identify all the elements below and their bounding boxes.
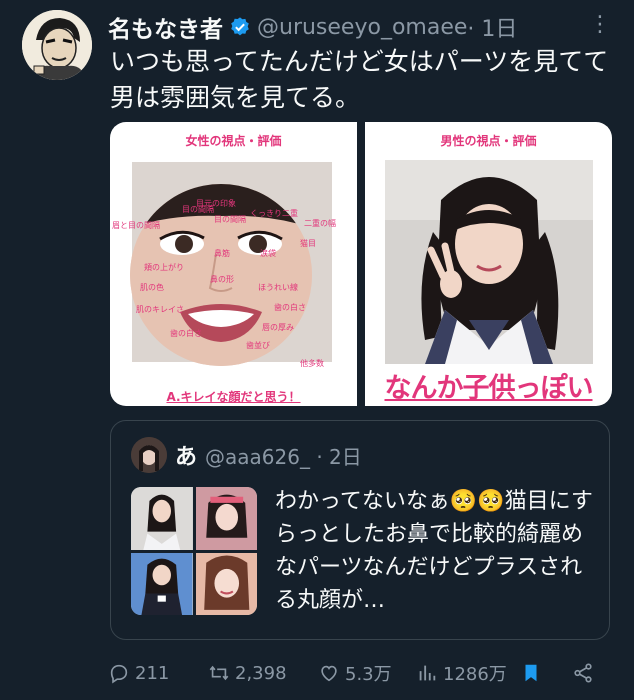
verified-badge-icon xyxy=(231,17,249,36)
reply-icon xyxy=(110,664,128,684)
face-label: 肌のキレイさ xyxy=(136,305,184,314)
face-label: 鼻筋 xyxy=(214,249,230,258)
media-left-panel[interactable]: 女性の視点・評価 目元の印象 二重の幅 くっきり二重 目の間隔 眉と目の間隔 涙… xyxy=(110,122,357,406)
girl-photo-image xyxy=(385,160,593,364)
tweet-header: 名もなき者 @uruseeyo_omaee · 1日 xyxy=(108,10,517,44)
quoted-media-image[interactable] xyxy=(131,552,193,615)
retweet-button[interactable]: 2,398 xyxy=(208,662,318,684)
share-icon xyxy=(574,663,592,683)
tweet-time[interactable]: · 1日 xyxy=(467,11,517,43)
left-panel-title: 女性の視点・評価 xyxy=(185,134,282,148)
face-label: 眉と目の間隔 xyxy=(112,221,160,230)
author-name[interactable]: 名もなき者 xyxy=(108,10,223,44)
views-button[interactable]: 1286万 xyxy=(416,660,520,686)
tweet-actions: 211 2,398 5.3万 1286万 xyxy=(108,658,608,688)
author-avatar[interactable] xyxy=(22,10,92,80)
face-label: 肌の色 xyxy=(140,283,164,292)
face-label: 歯の白さ xyxy=(274,303,306,312)
quoted-author-handle[interactable]: @aaa626_ · 2日 xyxy=(205,441,362,470)
quoted-tweet-text: わかってないなぁ🥺🥺猫目にすらっとしたお鼻で比較的綺麗めなパーツなんだけどプラス… xyxy=(275,489,593,613)
views-count: 1286万 xyxy=(443,664,507,685)
face-label: 涙袋 xyxy=(260,249,276,258)
views-chart-icon xyxy=(419,665,436,681)
quoted-author-name[interactable]: あ xyxy=(175,439,197,471)
quoted-media-image[interactable] xyxy=(195,487,257,550)
tweet-text: いつも思ってたんだけど女はパーツを見てて男は雰囲気を見てる。 xyxy=(110,47,609,112)
like-button[interactable]: 5.3万 xyxy=(318,660,416,686)
retweet-count: 2,398 xyxy=(235,662,287,684)
face-label: 歯並び xyxy=(246,341,270,350)
bookmark-button[interactable] xyxy=(520,662,572,684)
face-label: 二重の幅 xyxy=(304,219,336,228)
media-right-panel[interactable]: 男性の視点・評価 なんか子供っぽい xyxy=(365,122,612,406)
face-label: 目の間隔 xyxy=(214,215,246,224)
right-panel-caption: なんか子供っぽい xyxy=(384,373,594,404)
face-label: 唇の厚み xyxy=(262,323,294,332)
face-label: 鼻の形 xyxy=(210,275,234,284)
quoted-author-avatar[interactable] xyxy=(131,437,167,473)
quoted-tweet[interactable]: あ @aaa626_ · 2日 わかってないなぁ🥺🥺猫目にすらっとしたお鼻で比較… xyxy=(110,420,610,640)
author-handle[interactable]: @uruseeyo_omaee xyxy=(257,15,467,40)
quoted-media-image[interactable] xyxy=(131,487,193,550)
right-panel-title: 男性の視点・評価 xyxy=(440,134,537,148)
left-panel-caption: A.キレイな顔だと思う！ xyxy=(166,390,301,404)
quoted-media-image[interactable] xyxy=(195,552,257,615)
face-label: 目の間隔 xyxy=(182,205,214,214)
more-options-icon[interactable]: ⋮ xyxy=(589,12,612,37)
share-button[interactable] xyxy=(572,662,594,684)
face-label: 頬の上がり xyxy=(144,263,184,272)
face-label: 歯の白さ xyxy=(170,329,202,338)
quoted-media-grid[interactable] xyxy=(131,487,257,615)
face-label: くっきり二重 xyxy=(250,209,298,218)
reply-button[interactable]: 211 xyxy=(108,662,208,684)
reply-count: 211 xyxy=(135,662,170,684)
tweet-media[interactable]: 女性の視点・評価 目元の印象 二重の幅 くっきり二重 目の間隔 眉と目の間隔 涙… xyxy=(110,122,612,406)
quoted-tweet-header: あ @aaa626_ · 2日 xyxy=(131,437,362,473)
face-label: 猫目 xyxy=(300,239,316,248)
bookmark-icon xyxy=(525,664,537,682)
face-label: ほうれい線 xyxy=(258,283,298,292)
retweet-icon xyxy=(209,665,229,681)
face-label: 他多数 xyxy=(300,359,324,368)
heart-icon xyxy=(321,665,337,682)
like-count: 5.3万 xyxy=(345,664,392,685)
